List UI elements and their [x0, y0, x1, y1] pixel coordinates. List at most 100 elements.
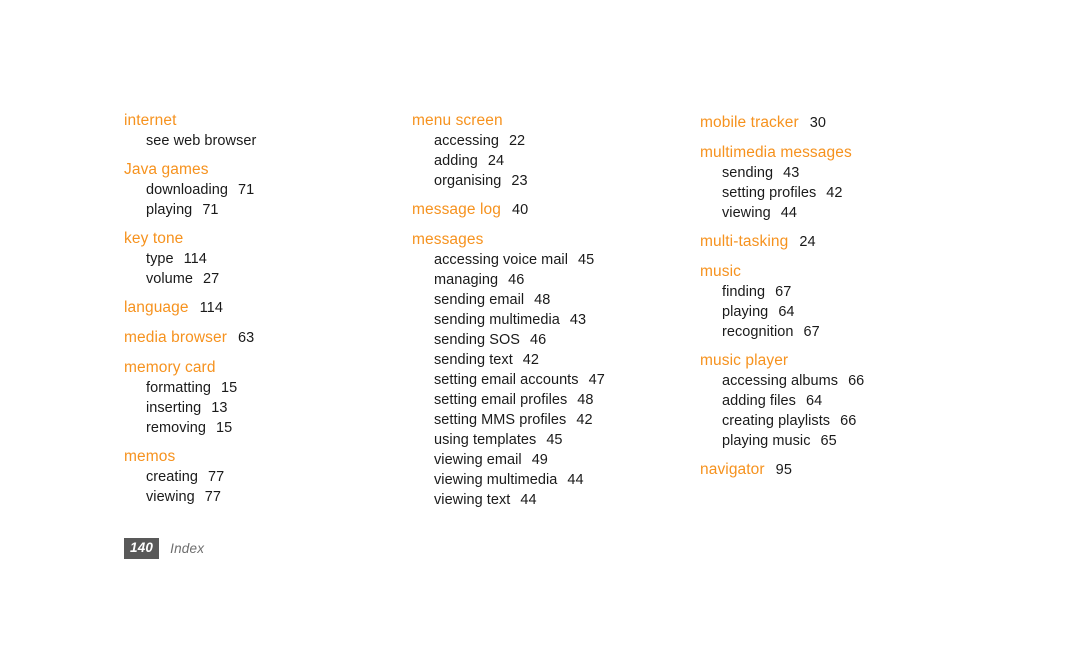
index-heading[interactable]: navigator 95	[700, 459, 988, 481]
index-entry-label: sending SOS	[434, 332, 520, 348]
index-group: music player accessing albums 66 adding fil…	[700, 350, 988, 451]
index-entry-page-number: 46	[530, 332, 547, 348]
index-heading[interactable]: memos	[124, 446, 412, 467]
index-entry-label: organising	[434, 173, 502, 189]
index-entry[interactable]: type 114	[124, 249, 412, 269]
index-entry-page-number: 71	[202, 202, 219, 218]
index-heading[interactable]: message log 40	[412, 199, 700, 221]
index-entry[interactable]: managing 46	[412, 270, 700, 290]
index-heading-label: music player	[700, 352, 789, 369]
index-entry[interactable]: volume 27	[124, 269, 412, 289]
index-entry[interactable]: adding files 64	[700, 391, 988, 411]
index-entry-page-number: 64	[805, 393, 823, 409]
index-entry[interactable]: viewing 44	[700, 203, 988, 223]
index-entry-page-number: 45	[577, 252, 595, 268]
index-heading[interactable]: menu screen	[412, 110, 700, 131]
index-entry-page-number: 67	[775, 284, 792, 300]
index-entry[interactable]: playing music 65	[700, 431, 988, 451]
index-heading[interactable]: key tone	[124, 228, 412, 249]
footer-section-label: Index	[170, 540, 205, 556]
index-heading-label: navigator	[700, 461, 765, 478]
index-heading-label: Java games	[124, 161, 209, 178]
index-group: media browser 63	[124, 327, 412, 349]
index-heading-page-number: 30	[809, 115, 827, 131]
index-entry-label: playing	[146, 202, 193, 218]
index-entry-label: using templates	[434, 432, 537, 448]
index-page: internet see web browser Java games downloa…	[0, 0, 1080, 650]
index-entry-page-number: 71	[237, 182, 255, 198]
index-entry[interactable]: viewing text 44	[412, 490, 700, 510]
index-heading[interactable]: music	[700, 261, 988, 282]
index-entry-list: downloading 71 playing 71	[124, 180, 412, 220]
index-heading[interactable]: media browser 63	[124, 327, 412, 349]
index-entry-list: type 114 volume 27	[124, 249, 412, 289]
index-entry[interactable]: viewing multimedia 44	[412, 470, 700, 490]
index-entry-label: sending text	[434, 352, 513, 368]
index-entry-label: viewing	[146, 489, 195, 505]
index-entry[interactable]: accessing 22	[412, 131, 700, 151]
index-entry[interactable]: organising 23	[412, 171, 700, 191]
index-entry[interactable]: viewing email 49	[412, 450, 700, 470]
index-group: message log 40	[412, 199, 700, 221]
index-entry-page-number: 43	[569, 312, 587, 328]
index-entry-label: adding	[434, 153, 478, 169]
index-entry[interactable]: viewing 77	[124, 487, 412, 507]
index-entry-page-number: 44	[567, 472, 584, 488]
index-entry-label: see web browser	[146, 133, 257, 149]
index-entry-label: downloading	[146, 182, 228, 198]
index-entry[interactable]: playing 64	[700, 302, 988, 322]
index-heading[interactable]: mobile tracker 30	[700, 112, 988, 134]
index-heading[interactable]: Java games	[124, 159, 412, 180]
index-entry[interactable]: sending SOS 46	[412, 330, 700, 350]
index-heading[interactable]: music player	[700, 350, 988, 371]
index-heading-page-number: 40	[511, 202, 529, 218]
index-entry[interactable]: accessing albums 66	[700, 371, 988, 391]
index-entry-label: formatting	[146, 380, 211, 396]
index-entry[interactable]: removing 15	[124, 418, 412, 438]
index-entry[interactable]: sending email 48	[412, 290, 700, 310]
index-group: internet see web browser	[124, 110, 412, 151]
index-entry[interactable]: recognition 67	[700, 322, 988, 342]
index-entry[interactable]: setting email accounts 47	[412, 370, 700, 390]
index-entry-page-number: 48	[577, 392, 594, 408]
index-heading[interactable]: internet	[124, 110, 412, 131]
index-entry-page-number: 48	[534, 292, 551, 308]
index-entry[interactable]: creating playlists 66	[700, 411, 988, 431]
index-entry[interactable]: setting MMS profiles 42	[412, 410, 700, 430]
index-entry[interactable]: formatting 15	[124, 378, 412, 398]
index-entry[interactable]: setting profiles 42	[700, 183, 988, 203]
index-entry[interactable]: setting email profiles 48	[412, 390, 700, 410]
index-heading[interactable]: multi-tasking 24	[700, 231, 988, 253]
index-entry[interactable]: see web browser	[124, 131, 412, 151]
index-heading[interactable]: language 114	[124, 297, 412, 319]
index-column-1: internet see web browser Java games downloa…	[124, 110, 412, 507]
index-entry[interactable]: inserting 13	[124, 398, 412, 418]
index-heading[interactable]: messages	[412, 229, 700, 250]
index-heading[interactable]: multimedia messages	[700, 142, 988, 163]
index-entry-label: inserting	[146, 400, 202, 416]
index-entry-page-number: 46	[508, 272, 525, 288]
index-entry[interactable]: sending multimedia 43	[412, 310, 700, 330]
index-entry-page-number: 114	[183, 251, 207, 267]
index-entry-label: playing	[722, 304, 769, 320]
index-entry[interactable]: using templates 45	[412, 430, 700, 450]
index-heading[interactable]: memory card	[124, 357, 412, 378]
index-entry[interactable]: creating 77	[124, 467, 412, 487]
index-group: mobile tracker 30	[700, 112, 988, 134]
index-entry[interactable]: finding 67	[700, 282, 988, 302]
page-footer: 140 Index	[124, 538, 204, 559]
index-entry-label: volume	[146, 271, 194, 287]
index-entry[interactable]: sending text 42	[412, 350, 700, 370]
index-heading-label: mobile tracker	[700, 114, 799, 131]
page-number-badge: 140	[124, 538, 160, 559]
index-entry[interactable]: adding 24	[412, 151, 700, 171]
index-group: memory card formatting 15 inserting 13 removi…	[124, 357, 412, 438]
index-entry-list: creating 77 viewing 77	[124, 467, 412, 507]
index-heading-page-number: 63	[237, 330, 255, 346]
index-entry-page-number: 15	[216, 420, 233, 436]
index-entry[interactable]: sending 43	[700, 163, 988, 183]
index-entry[interactable]: accessing voice mail 45	[412, 250, 700, 270]
index-entry[interactable]: playing 71	[124, 200, 412, 220]
index-entry[interactable]: downloading 71	[124, 180, 412, 200]
index-entry-list: finding 67 playing 64 recognition 67	[700, 282, 988, 342]
